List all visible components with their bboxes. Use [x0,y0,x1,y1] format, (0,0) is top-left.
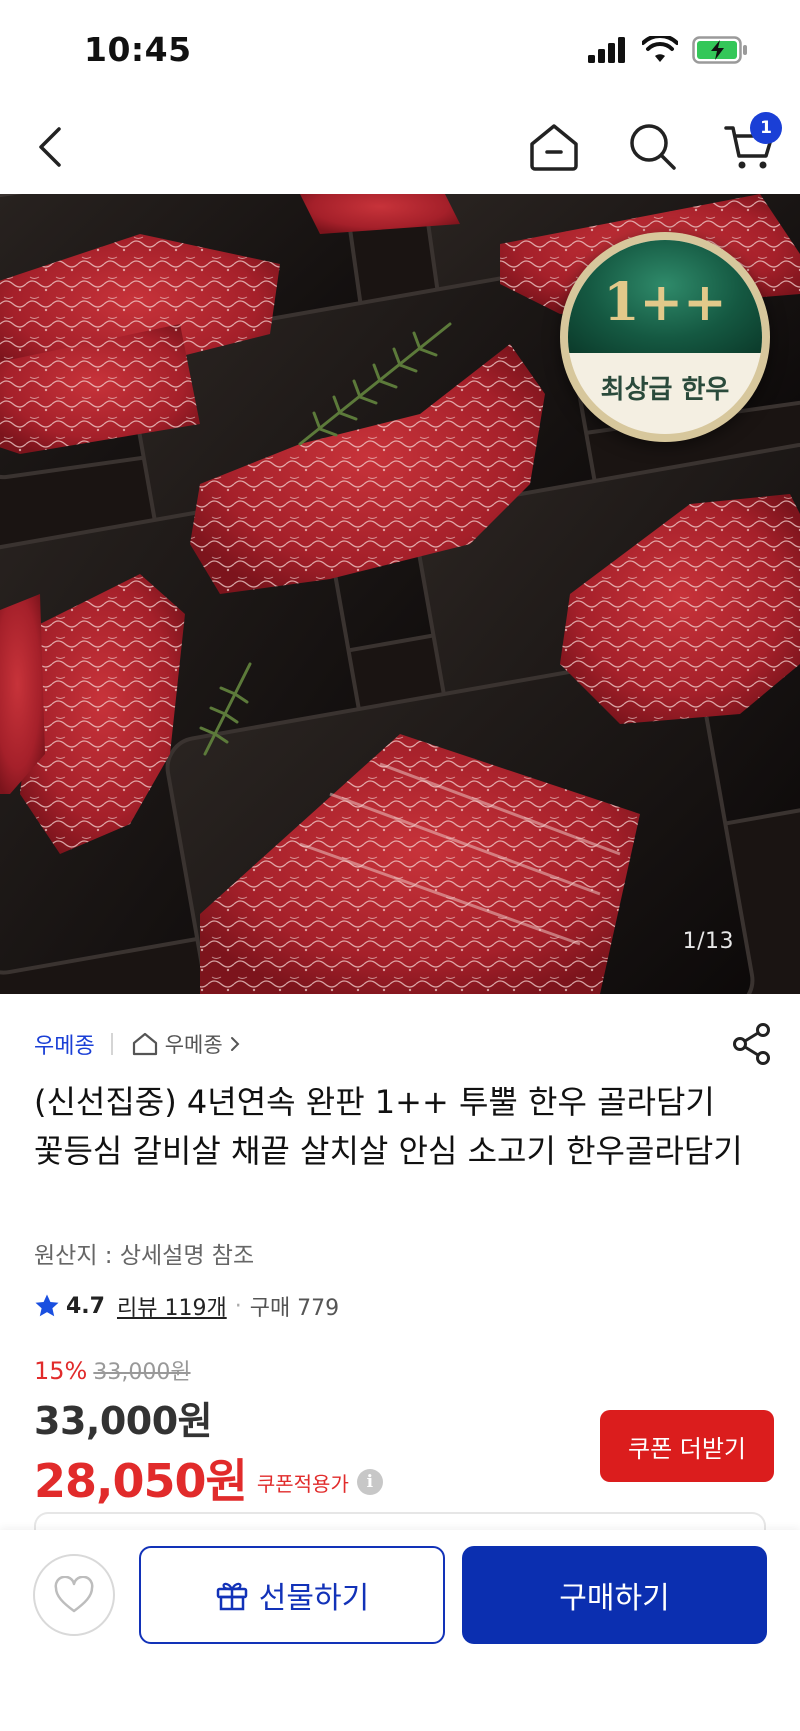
star-icon [35,1294,59,1317]
search-button[interactable] [624,100,682,194]
more-coupons-button[interactable]: 쿠폰 더받기 [600,1410,774,1482]
wifi-icon [642,36,678,62]
info-icon[interactable]: i [356,1469,383,1495]
cellular-signal-icon [588,37,625,63]
brand-link[interactable]: 우메종 [34,1028,95,1060]
status-time: 10:45 [84,30,192,69]
share-icon [733,1023,770,1065]
price-block: 15% 33,000원 33,000원 28,050원 쿠폰적용가 i 쿠폰 더… [34,1354,774,1511]
wishlist-button[interactable] [33,1554,115,1636]
purchase-count: 구매 779 [249,1296,340,1321]
origin-info: 원산지 : 상세설명 참조 [34,1243,255,1269]
buy-button[interactable]: 구매하기 [462,1546,767,1644]
heart-icon [54,1576,94,1613]
image-counter: 1/13 [682,929,734,954]
coupon-price-label: 쿠폰적용가 [256,1471,349,1496]
chevron-right-icon [230,1037,240,1051]
discount-row: 15% 33,000원 [34,1354,774,1386]
product-image-carousel[interactable]: 1++ 최상급 한우 1/13 [0,194,800,994]
cart-button[interactable]: 1 [720,100,782,194]
status-icons [588,36,748,64]
grade-label: 최상급 한우 [600,374,730,405]
battery-charging-icon [692,36,747,64]
separator-dot: · [234,1293,242,1319]
grade-text: 1++ [603,271,727,333]
home-button[interactable] [524,100,584,194]
seller-row: 우메종 우메종 [34,1023,772,1065]
store-name: 우메종 [164,1033,223,1057]
top-nav: 1 [0,100,800,194]
divider [110,1033,113,1055]
chevron-left-icon [39,127,61,167]
status-bar: 10:45 [0,0,800,100]
home-icon [530,124,578,171]
discount-rate: 15% [34,1357,88,1385]
store-home-icon [132,1032,157,1056]
grade-badge-top: 1++ [568,240,762,353]
bottom-action-bar: 선물하기 구매하기 [0,1530,800,1731]
rating-row: 4.7 리뷰 119개 · 구매 779 [34,1290,339,1322]
coupon-price: 28,050원 [34,1454,248,1508]
cart-count-badge: 1 [750,112,782,144]
share-button[interactable] [732,1022,772,1070]
original-price: 33,000원 [93,1360,191,1385]
search-icon [630,124,676,170]
gift-icon [216,1582,248,1611]
gift-button[interactable]: 선물하기 [139,1546,445,1644]
gift-button-label: 선물하기 [258,1581,370,1616]
review-count-link[interactable]: 리뷰 119개 [117,1290,227,1322]
product-title: (신선집중) 4년연속 완판 1++ 투뿔 한우 골라담기 꽃등심 갈비살 채끝… [34,1083,743,1170]
rating-score: 4.7 [66,1293,105,1319]
grade-badge: 1++ 최상급 한우 [560,232,770,442]
store-link[interactable]: 우메종 [131,1029,241,1059]
grade-badge-inner: 1++ 최상급 한우 [568,240,762,434]
back-button[interactable] [26,100,74,194]
